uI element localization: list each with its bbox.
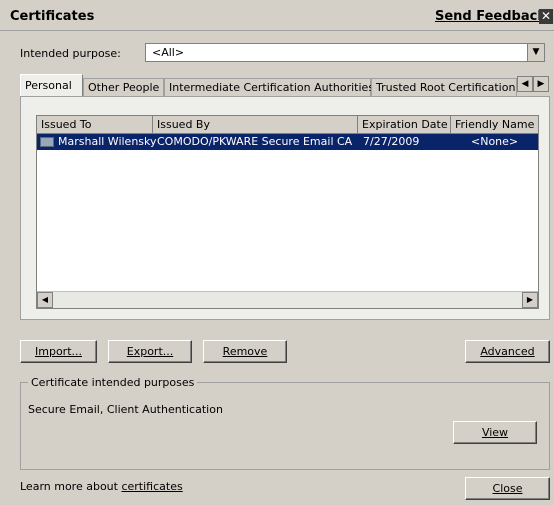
tab-trusted-root[interactable]: Trusted Root Certification: [371, 78, 517, 96]
tab-scroll-left-icon[interactable]: ◀: [517, 76, 533, 92]
list-header: Issued To Issued By Expiration Date Frie…: [37, 116, 538, 134]
import-button[interactable]: Import...: [20, 340, 97, 363]
tab-strip: Personal Other People Intermediate Certi…: [20, 74, 550, 97]
export-button[interactable]: Export...: [108, 340, 192, 363]
scroll-left-icon[interactable]: ◀: [37, 292, 53, 308]
column-issued-by[interactable]: Issued By: [153, 116, 358, 133]
certificate-icon: [40, 137, 54, 147]
cell-issued-by: COMODO/PKWARE Secure Email CA: [157, 135, 353, 148]
tab-personal[interactable]: Personal: [20, 74, 83, 97]
intended-purpose-select[interactable]: <All> ▼: [145, 43, 545, 62]
advanced-button[interactable]: Advanced: [465, 340, 550, 363]
scroll-right-icon[interactable]: ▶: [522, 292, 538, 308]
close-button[interactable]: Close: [465, 477, 550, 500]
column-issued-to[interactable]: Issued To: [37, 116, 153, 133]
tab-scroll-right-icon[interactable]: ▶: [533, 76, 549, 92]
chevron-down-icon[interactable]: ▼: [527, 44, 544, 61]
tab-intermediate-ca[interactable]: Intermediate Certification Authorities: [164, 78, 374, 96]
remove-button[interactable]: Remove: [203, 340, 287, 363]
cell-issued-to: Marshall Wilensky: [58, 135, 157, 148]
certificate-list[interactable]: Issued To Issued By Expiration Date Frie…: [36, 115, 539, 309]
send-feedback-link[interactable]: Send Feedback: [435, 9, 546, 24]
learn-more-prefix: Learn more about: [20, 480, 122, 493]
horizontal-scrollbar[interactable]: ◀ ▶: [37, 291, 538, 308]
cell-friendly-name: <None>: [471, 135, 519, 148]
view-button[interactable]: View: [453, 421, 537, 444]
window-title: Certificates: [10, 9, 95, 24]
certificates-link[interactable]: certificates: [121, 480, 182, 493]
purposes-group-label: Certificate intended purposes: [28, 376, 198, 389]
purposes-value: Secure Email, Client Authentication: [28, 403, 223, 416]
tab-other-people[interactable]: Other People: [83, 78, 164, 96]
learn-more-text: Learn more about certificates: [20, 480, 183, 493]
column-expiration-date[interactable]: Expiration Date: [358, 116, 451, 133]
close-icon[interactable]: ✕: [539, 9, 553, 24]
intended-purpose-label: Intended purpose:: [20, 47, 121, 60]
table-row[interactable]: Marshall Wilensky COMODO/PKWARE Secure E…: [37, 134, 538, 150]
column-friendly-name[interactable]: Friendly Name: [451, 116, 538, 133]
cell-expiration-date: 7/27/2009: [363, 135, 420, 148]
intended-purpose-value: <All>: [152, 46, 185, 59]
title-bar: Certificates Send Feedback ✕: [0, 0, 554, 31]
